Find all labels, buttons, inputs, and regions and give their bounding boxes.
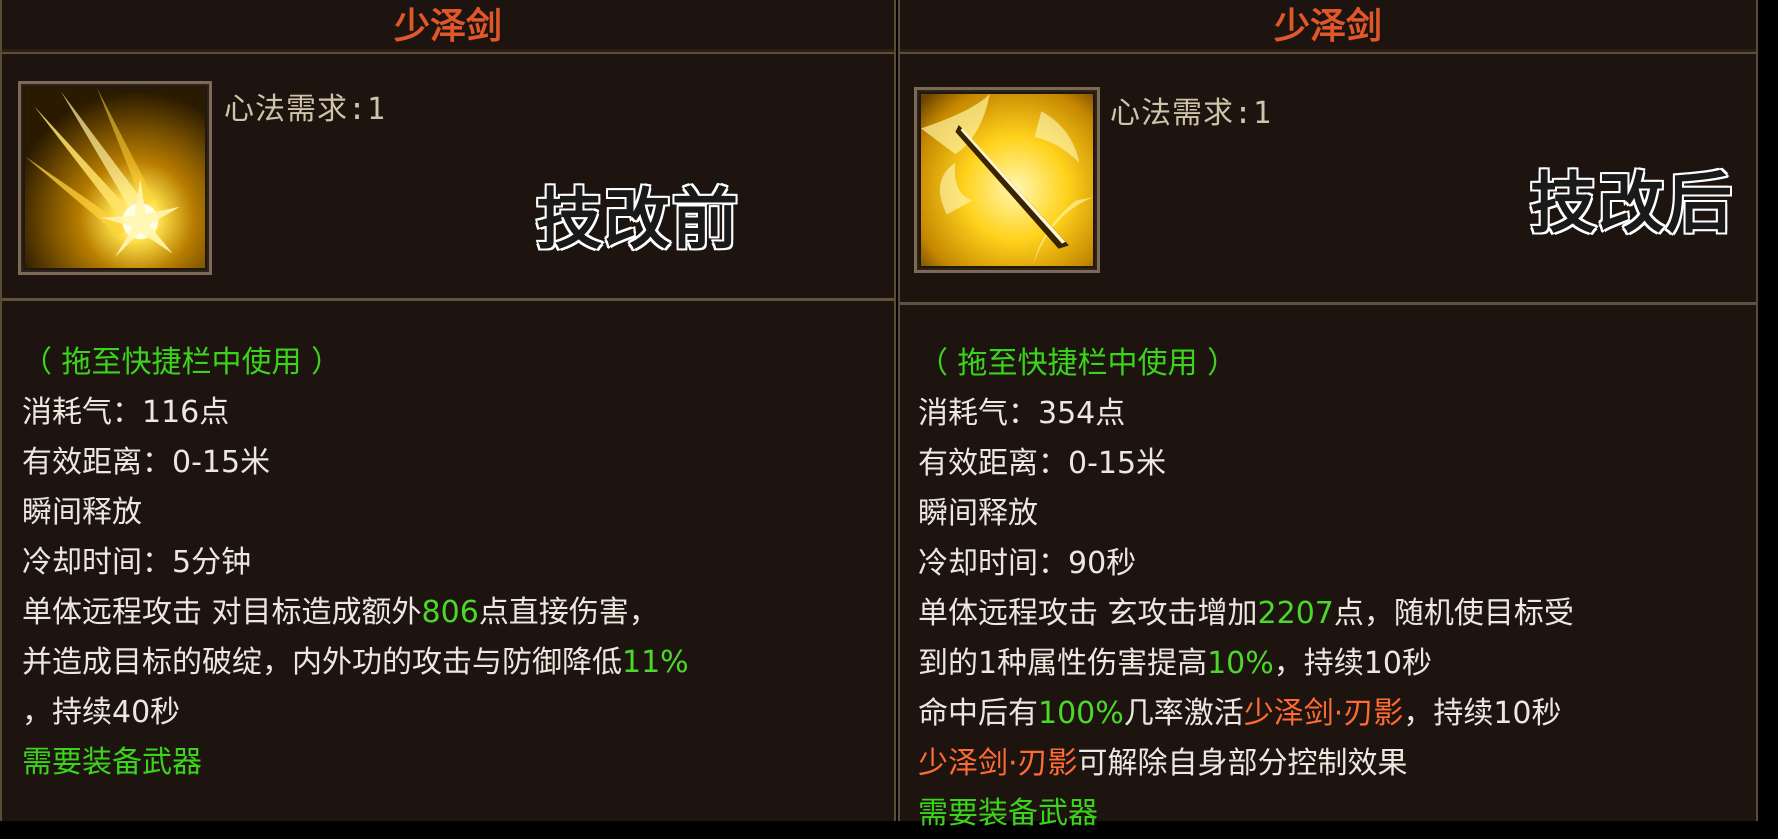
effect-line-4: 少泽剑·刃影可解除自身部分控制效果: [918, 739, 1756, 789]
usage-hint: （ 拖至快捷栏中使用 ）: [918, 346, 1238, 381]
effective-range: 有效距离：0-15米: [918, 446, 1167, 481]
effect-text: 点，随机使目标受: [1333, 596, 1574, 631]
effect-text: 点直接伤害，: [478, 595, 659, 630]
qi-cost: 消耗气：354点: [918, 396, 1126, 431]
effect-line-3: ，持续40秒: [22, 695, 181, 730]
mind-method-requirement: 心法需求:1: [1110, 96, 1273, 131]
effect-line-1: 单体远程攻击 对目标造成额外806点直接伤害，: [22, 588, 894, 638]
cast-type: 瞬间释放: [918, 496, 1038, 531]
effect-text: 到的1种属性伤害提高: [918, 646, 1208, 681]
before-change-tag: 技改前: [535, 180, 740, 260]
effect-line-2: 到的1种属性伤害提高10%，持续10秒: [918, 639, 1756, 689]
skill-panel-before: 少泽剑 心法需求:1 技改前 （ 拖至快捷栏中使用 ） 消耗气：116点 有效距…: [0, 0, 896, 821]
proc-chance-value: 100%: [1038, 696, 1124, 731]
effect-line-1: 单体远程攻击 玄攻击增加2207点，随机使目标受: [918, 589, 1756, 639]
skill-panel-after: 少泽剑 心法需求:1 技改后 （ 拖至快捷栏中使用 ） 消耗气：354点 有效距…: [898, 0, 1758, 831]
effective-range: 有效距离：0-15米: [22, 445, 271, 480]
cooldown: 冷却时间：90秒: [918, 546, 1137, 581]
effect-text: 并造成目标的破绽，内外功的攻击与防御降低: [22, 645, 622, 680]
skill-icon-frame[interactable]: [914, 87, 1100, 273]
buff-name: 少泽剑·刃影: [918, 746, 1078, 781]
fiery-sword-burst-icon: [25, 88, 205, 268]
skill-header: 心法需求:1 技改前: [2, 54, 894, 301]
after-change-tag: 技改后: [1529, 164, 1734, 244]
effect-text: 命中后有: [918, 696, 1038, 731]
buff-name: 少泽剑·刃影: [1243, 696, 1404, 731]
weapon-requirement: 需要装备武器: [918, 796, 1098, 831]
effect-line-2: 并造成目标的破绽，内外功的攻击与防御降低11%: [22, 638, 894, 688]
damage-value: 806: [421, 595, 479, 630]
skill-description: （ 拖至快捷栏中使用 ） 消耗气：354点 有效距离：0-15米 瞬间释放 冷却…: [900, 305, 1756, 831]
cooldown: 冷却时间：5分钟: [22, 545, 252, 580]
skill-icon-frame[interactable]: [18, 81, 212, 275]
effect-text: 单体远程攻击 玄攻击增加: [918, 596, 1258, 631]
attack-bonus-value: 2207: [1257, 596, 1334, 631]
effect-line-3: 命中后有100%几率激活少泽剑·刃影，持续10秒: [918, 689, 1756, 739]
skill-description: （ 拖至快捷栏中使用 ） 消耗气：116点 有效距离：0-15米 瞬间释放 冷却…: [2, 300, 894, 821]
effect-text: 单体远程攻击 对目标造成额外: [22, 595, 422, 630]
effect-text: ，持续10秒: [1403, 696, 1562, 731]
skill-title: 少泽剑: [2, 0, 894, 54]
usage-hint: （ 拖至快捷栏中使用 ）: [22, 345, 342, 380]
skill-title: 少泽剑: [900, 0, 1756, 54]
reduction-value: 11%: [622, 645, 689, 680]
effect-text: 几率激活: [1123, 696, 1244, 731]
damage-increase-value: 10%: [1207, 646, 1274, 681]
skill-header: 心法需求:1 技改后: [900, 54, 1756, 305]
mind-method-requirement: 心法需求:1: [224, 92, 387, 127]
qi-cost: 消耗气：116点: [22, 395, 230, 430]
golden-blade-slash-icon: [921, 94, 1093, 266]
effect-text: ，持续10秒: [1273, 646, 1432, 681]
cast-type: 瞬间释放: [22, 495, 142, 530]
effect-text: 可解除自身部分控制效果: [1077, 746, 1408, 781]
weapon-requirement: 需要装备武器: [22, 745, 202, 780]
